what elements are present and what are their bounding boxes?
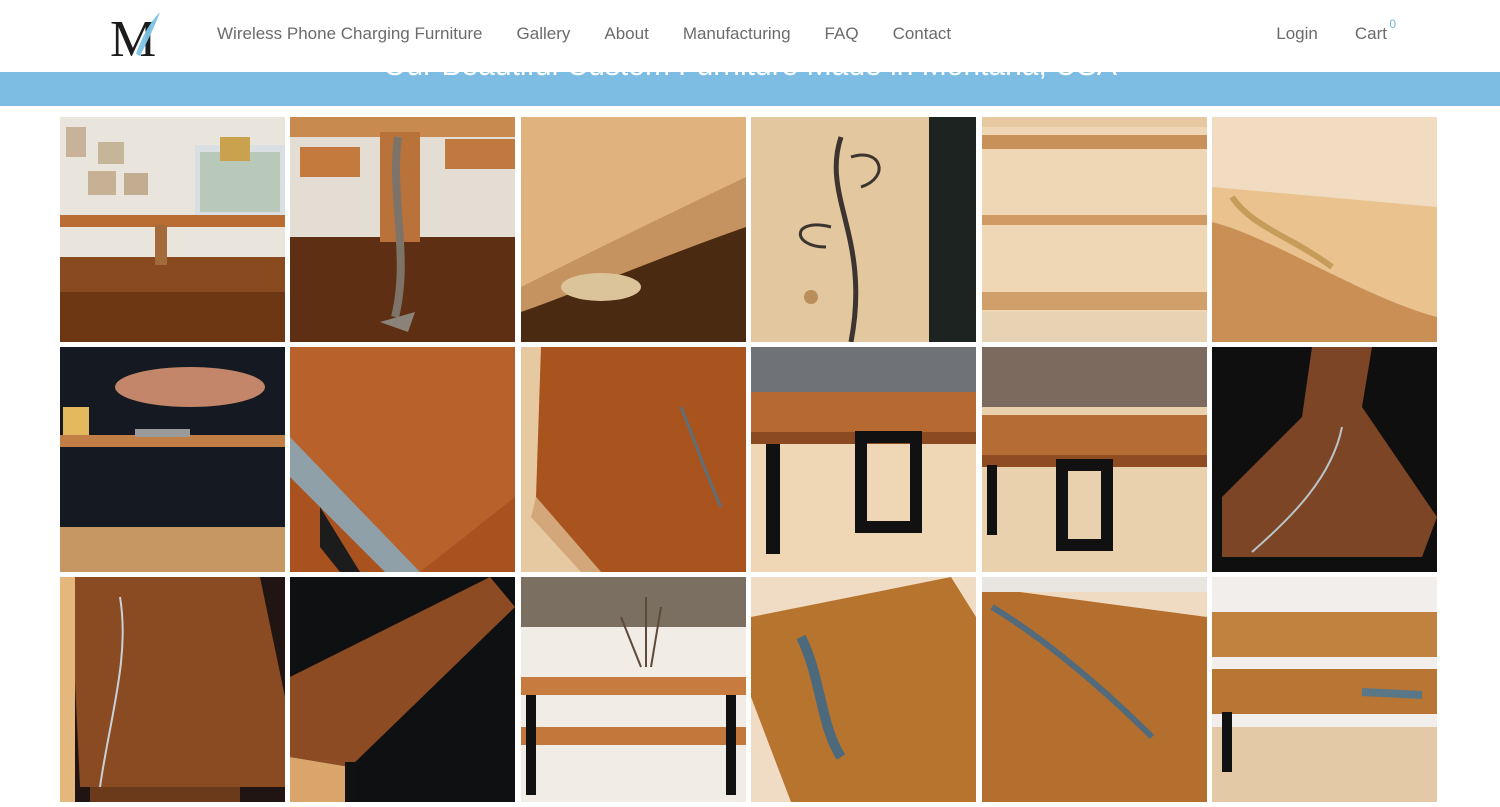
- account-nav: Login Cart 0: [1239, 0, 1396, 68]
- gallery-photo-corner-top[interactable]: [1211, 117, 1437, 342]
- gallery-photo-cherry-slab-2[interactable]: [520, 347, 746, 572]
- nav-contact[interactable]: Contact: [876, 24, 969, 44]
- logo-icon[interactable]: M: [108, 10, 164, 60]
- gallery-photo-leg[interactable]: [290, 117, 516, 342]
- nav-wireless-charging[interactable]: Wireless Phone Charging Furniture: [200, 24, 500, 44]
- gallery-photo-bench-showroom-2[interactable]: [981, 347, 1207, 572]
- gallery-photo-epoxy-slab-2[interactable]: [981, 577, 1207, 802]
- login-link[interactable]: Login: [1239, 24, 1318, 44]
- cart-count-badge: 0: [1389, 17, 1396, 31]
- gallery-photo-edge-closeup[interactable]: [520, 117, 746, 342]
- site-header: M Wireless Phone Charging Furniture Gall…: [0, 0, 1500, 72]
- gallery-photo-walnut-angle[interactable]: [290, 577, 516, 802]
- gallery-photo-cherry-slab[interactable]: [290, 347, 516, 572]
- gallery-photo-console-shelf[interactable]: [520, 577, 746, 802]
- cart-label: Cart: [1354, 24, 1387, 43]
- nav-manufacturing[interactable]: Manufacturing: [666, 24, 808, 44]
- gallery-photo-walnut-dark[interactable]: [1211, 347, 1437, 572]
- gallery-photo-fish-console[interactable]: [60, 347, 285, 572]
- gallery-photo-walnut-closeup[interactable]: [60, 577, 285, 802]
- nav-about[interactable]: About: [587, 24, 665, 44]
- gallery-photo-two-tier-table[interactable]: [1211, 577, 1437, 802]
- nav-gallery[interactable]: Gallery: [500, 24, 588, 44]
- nav-faq[interactable]: FAQ: [808, 24, 876, 44]
- main-nav: Wireless Phone Charging Furniture Galler…: [200, 0, 968, 68]
- cart-link[interactable]: Cart 0: [1318, 17, 1396, 44]
- photo-gallery: [60, 117, 1437, 807]
- gallery-photo-shelves[interactable]: [981, 117, 1207, 342]
- gallery-photo-bench-showroom[interactable]: [751, 347, 977, 572]
- gallery-photo-epoxy-slab[interactable]: [751, 577, 977, 802]
- gallery-photo-room[interactable]: [60, 117, 285, 342]
- gallery-photo-ironwork[interactable]: [751, 117, 977, 342]
